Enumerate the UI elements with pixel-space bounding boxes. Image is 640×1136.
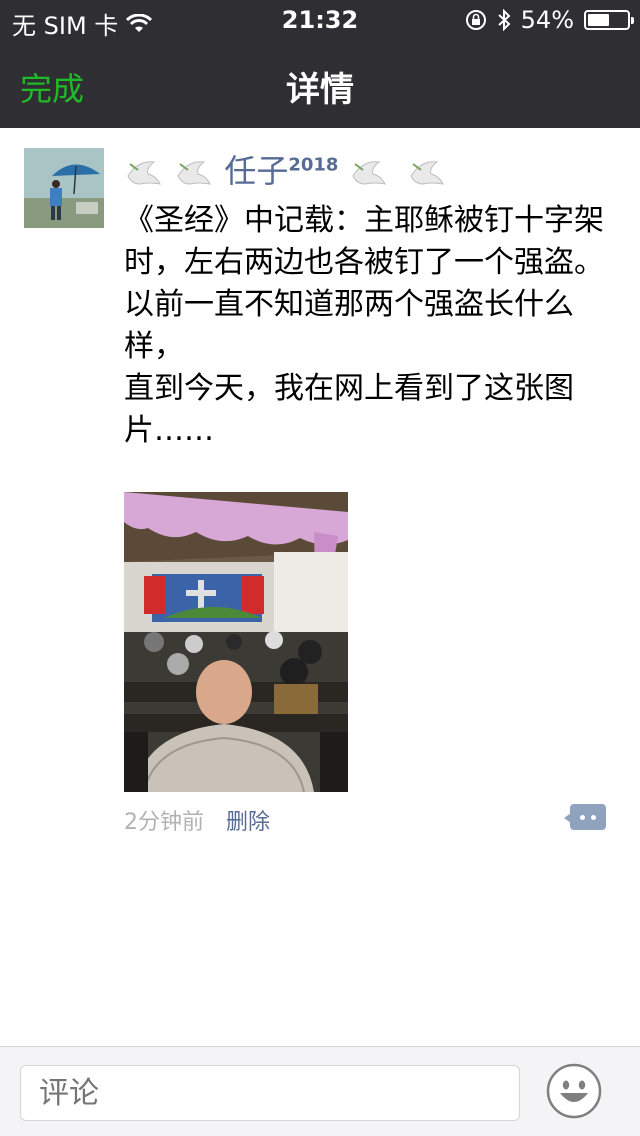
avatar[interactable] xyxy=(24,148,104,228)
moment-detail-screen: 无 SIM 卡 21:32 54% 完成 详情 任子2018 《圣经》中记载：主… xyxy=(0,0,640,1136)
battery-percent: 54% xyxy=(520,6,574,34)
smiley-icon[interactable] xyxy=(546,1063,602,1119)
battery-level xyxy=(588,14,609,26)
page-title: 详情 xyxy=(286,70,354,110)
dove-icon xyxy=(410,161,444,185)
post-time: 2分钟前 xyxy=(124,810,204,835)
nav-bar: 完成 详情 xyxy=(0,40,640,128)
author-name[interactable]: 任子2018 xyxy=(124,146,447,192)
comment-bar xyxy=(0,1046,640,1136)
comment-action-button[interactable] xyxy=(564,804,606,830)
dove-icon xyxy=(127,161,161,185)
delete-button[interactable]: 删除 xyxy=(226,804,270,836)
post-image[interactable] xyxy=(124,492,348,792)
status-bar: 无 SIM 卡 21:32 54% xyxy=(0,0,640,40)
bluetooth-icon xyxy=(497,9,511,31)
author-name-text: 任子 xyxy=(224,152,289,190)
post-text-line: 直到今天，我在网上看到了这张图片…… xyxy=(124,371,574,448)
post-text: 《圣经》中记载：主耶稣被钉十字架时，左右两边也各被钉了一个强盗。 以前一直不知道… xyxy=(124,200,620,452)
avatar-image xyxy=(24,148,104,228)
rotation-lock-icon xyxy=(465,10,486,30)
post-meta: 2分钟前 删除 xyxy=(124,804,270,836)
post-text-line: 《圣经》中记载：主耶稣被钉十字架时，左右两边也各被钉了一个强盗。 xyxy=(124,203,604,280)
church-congregation-photo xyxy=(124,492,348,792)
post-text-line: 以前一直不知道那两个强盗长什么样， xyxy=(124,287,574,364)
comment-input[interactable] xyxy=(20,1065,520,1121)
dove-icon xyxy=(177,161,212,185)
author-name-sup: 2018 xyxy=(288,154,339,176)
dove-icon xyxy=(352,161,386,185)
battery-icon xyxy=(584,10,634,30)
